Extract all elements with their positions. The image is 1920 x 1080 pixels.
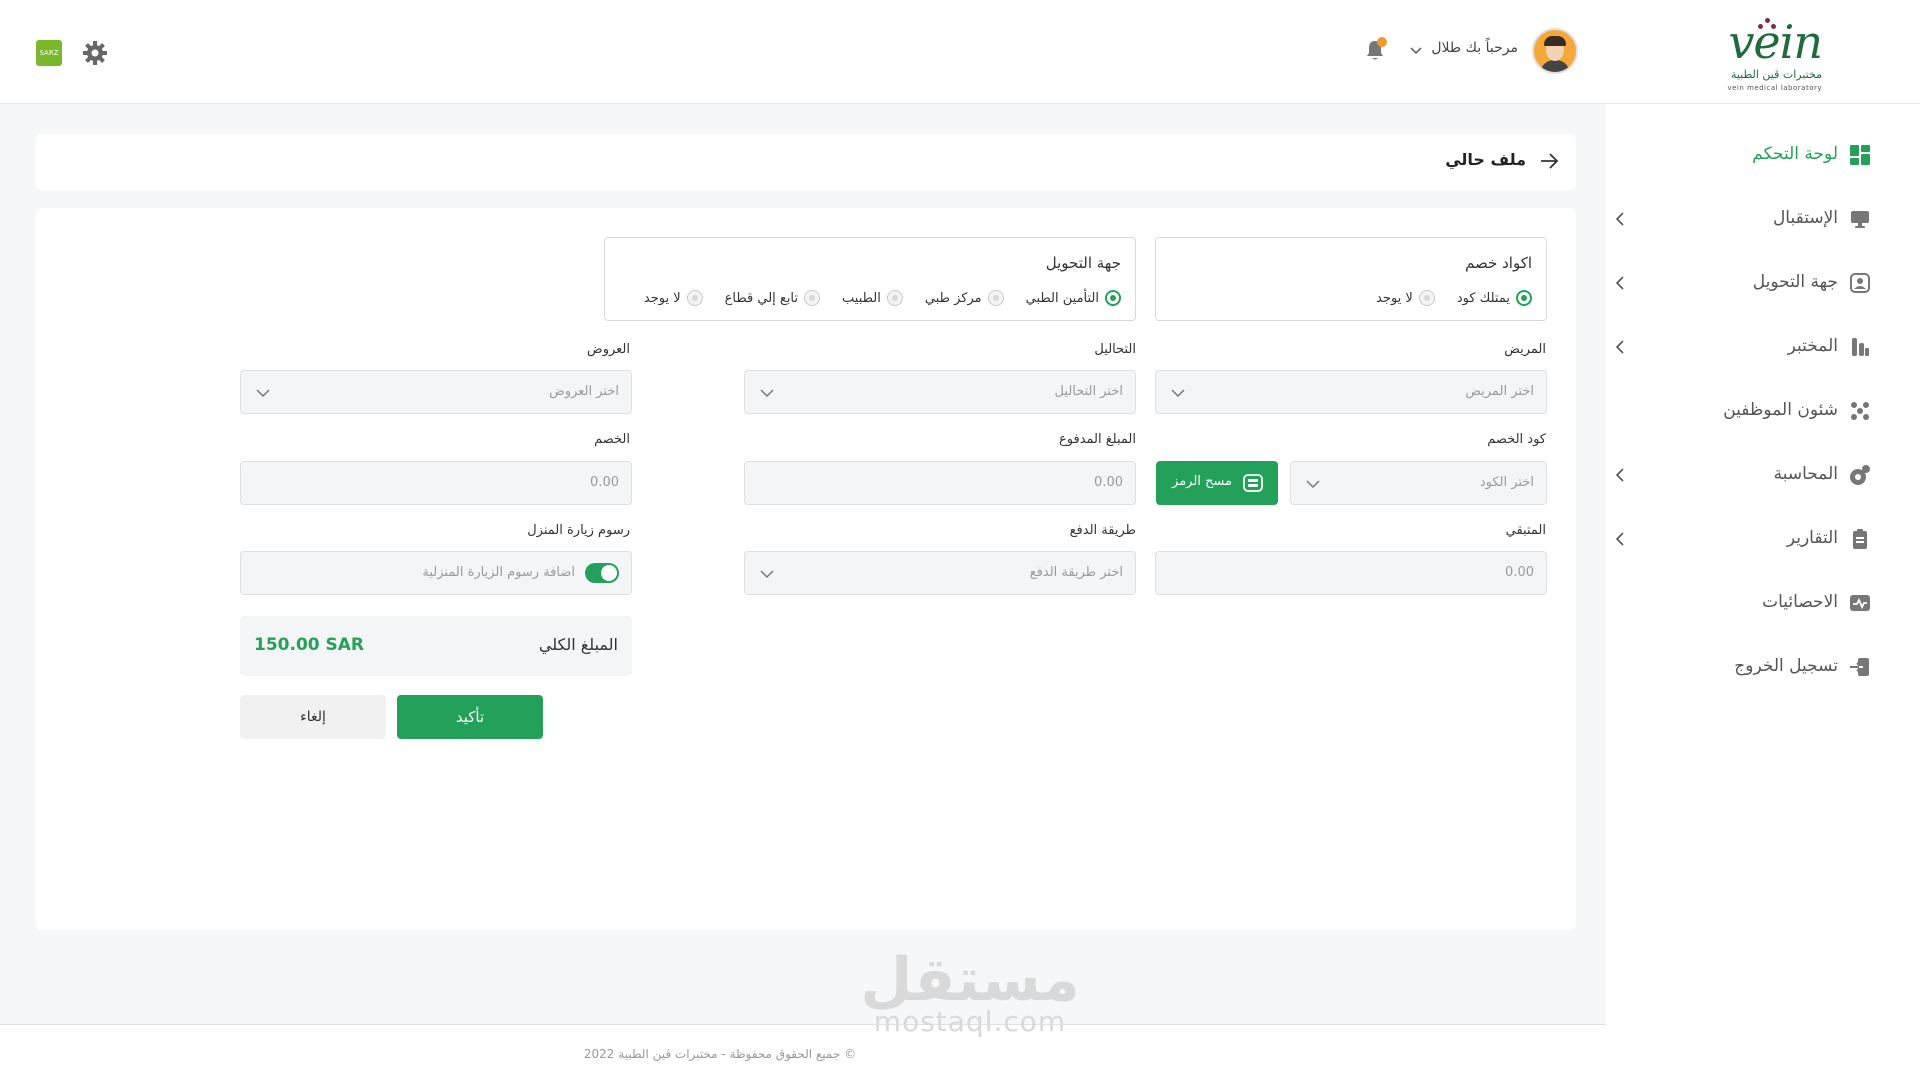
stats-icon: [1850, 595, 1870, 611]
referral-icon: [1850, 273, 1870, 293]
scan-code-button[interactable]: مسح الرمز: [1156, 461, 1278, 505]
sidebar-item-dashboard[interactable]: لوحة التحكم: [1612, 140, 1872, 170]
tests-select[interactable]: اختر التحاليل: [744, 370, 1136, 414]
discount-label: الخصم: [594, 432, 630, 447]
copyright-text: © جميع الحقوق محفوظة - مختبرات ڤين الطبي…: [583, 1047, 857, 1061]
remaining-label: المتبقي: [1505, 523, 1546, 538]
chevron-left-icon[interactable]: [1612, 210, 1630, 228]
page-title: ملف حالي: [1445, 150, 1526, 169]
patient-label: المريض: [1504, 342, 1546, 357]
offers-label: العروض: [586, 342, 630, 357]
home-visit-field: اضافة رسوم الزيارة المنزلية: [240, 551, 632, 595]
chevron-down-icon: [1306, 480, 1320, 489]
footer: © جميع الحقوق محفوظة - مختبرات ڤين الطبي…: [0, 1025, 1606, 1080]
payment-method-select[interactable]: اختر طريقة الدفع: [744, 551, 1136, 595]
home-visit-label: رسوم زيارة المنزل: [527, 523, 630, 538]
sidebar-item-label: تسجيل الخروج: [1734, 656, 1838, 676]
sidebar-item-referral[interactable]: جهة التحويل: [1612, 268, 1872, 298]
language-flag-icon[interactable]: SARZ: [36, 40, 62, 66]
total-amount-box: المبلغ الكلي 150.00 SAR: [240, 616, 632, 676]
top-header: vein مختبرات ڤين الطبية vein medical lab…: [0, 0, 1920, 104]
offers-select[interactable]: اختر العروض: [240, 370, 632, 414]
chevron-left-icon[interactable]: [1612, 274, 1630, 292]
sidebar: لوحة التحكم الإستقبال جهة التحويل المختب…: [1606, 104, 1920, 1080]
cancel-button[interactable]: إلغاء: [240, 695, 386, 739]
payment-method-label: طريقة الدفع: [1069, 523, 1136, 538]
referral-options: التأمين الطبي مركز طبي الطبيب تابع إلي ق…: [622, 288, 1121, 308]
chevron-left-icon[interactable]: [1612, 338, 1630, 356]
gear-icon[interactable]: [82, 40, 108, 66]
breadcrumb: ملف حالي: [36, 134, 1576, 190]
tests-label: التحاليل: [1094, 342, 1136, 357]
staff-icon: [1851, 402, 1869, 420]
discount-codes-title: اكواد خصم: [1465, 254, 1532, 272]
paid-amount-label: المبلغ المدفوع: [1059, 432, 1136, 447]
logo-arabic-text: مختبرات ڤين الطبية: [1730, 68, 1822, 81]
logo-english-text: vein medical laboratory: [1727, 84, 1822, 92]
sidebar-item-label: التقارير: [1786, 528, 1838, 548]
discount-code-select[interactable]: اختر الكود: [1290, 461, 1547, 505]
radio-has-code[interactable]: يمتلك كود: [1457, 290, 1532, 306]
radio-none[interactable]: لا يوجد: [644, 290, 703, 306]
referral-group: جهة التحويل التأمين الطبي مركز طبي الطبي…: [604, 237, 1136, 321]
radio-no-code[interactable]: لا يوجد: [1376, 290, 1435, 306]
discount-field[interactable]: 0.00: [240, 461, 632, 505]
logout-icon: [1850, 658, 1869, 676]
radio-doctor[interactable]: الطبيب: [842, 290, 903, 306]
avatar[interactable]: [1532, 28, 1578, 74]
paid-amount-field[interactable]: 0.00: [744, 461, 1136, 505]
sidebar-item-label: جهة التحويل: [1752, 272, 1838, 292]
remaining-field[interactable]: 0.00: [1155, 551, 1547, 595]
sidebar-item-label: المحاسبة: [1773, 464, 1838, 484]
sidebar-item-label: شئون الموظفين: [1723, 400, 1838, 420]
monitor-icon: [1851, 211, 1869, 228]
chevron-down-icon: [256, 389, 270, 398]
total-label: المبلغ الكلي: [538, 635, 618, 654]
home-visit-toggle[interactable]: [585, 563, 619, 583]
chevron-left-icon[interactable]: [1612, 466, 1630, 484]
referral-title: جهة التحويل: [1045, 254, 1121, 272]
radio-medical-center[interactable]: مركز طبي: [925, 290, 1004, 306]
sidebar-item-logout[interactable]: تسجيل الخروج: [1612, 652, 1872, 682]
logo-word: vein: [1728, 15, 1823, 69]
clipboard-icon: [1853, 529, 1867, 549]
discount-codes-options: يمتلك كود لا يوجد: [1354, 288, 1532, 308]
welcome-text[interactable]: مرحباً بك طلال: [1431, 40, 1518, 56]
sidebar-item-label: الإستقبال: [1772, 208, 1838, 228]
accounting-icon: [1850, 465, 1870, 485]
sidebar-item-staff[interactable]: شئون الموظفين: [1612, 396, 1872, 426]
sidebar-item-statistics[interactable]: الاحصائيات: [1612, 588, 1872, 618]
sidebar-item-reports[interactable]: التقارير: [1612, 524, 1872, 554]
chevron-down-icon[interactable]: [1408, 42, 1424, 58]
sidebar-item-label: الاحصائيات: [1762, 592, 1838, 612]
chevron-down-icon: [1171, 389, 1185, 398]
arrow-back-icon[interactable]: [1538, 150, 1560, 172]
radio-insurance[interactable]: التأمين الطبي: [1026, 290, 1121, 306]
discount-code-label: كود الخصم: [1487, 432, 1546, 447]
vein-logo[interactable]: vein مختبرات ڤين الطبية vein medical lab…: [1706, 14, 1823, 94]
watermark: مستقل mostaql.com: [860, 945, 1080, 1038]
sidebar-item-lab[interactable]: المختبر: [1612, 332, 1872, 362]
scan-icon: [1243, 474, 1263, 492]
dashboard-icon: [1850, 145, 1870, 165]
radio-sector[interactable]: تابع إلي قطاع: [725, 290, 821, 306]
total-amount: 150.00 SAR: [254, 635, 365, 655]
lab-icon: [1852, 338, 1869, 356]
patient-select[interactable]: اختر المريض: [1155, 370, 1547, 414]
notification-badge: [1377, 37, 1387, 47]
discount-codes-group: اكواد خصم يمتلك كود لا يوجد: [1155, 237, 1547, 321]
chevron-down-icon: [760, 389, 774, 398]
sidebar-item-reception[interactable]: الإستقبال: [1612, 204, 1872, 234]
confirm-button[interactable]: تأكيد: [397, 695, 543, 739]
chevron-down-icon: [760, 570, 774, 579]
sidebar-item-accounting[interactable]: المحاسبة: [1612, 460, 1872, 490]
sidebar-item-label: لوحة التحكم: [1752, 144, 1838, 164]
sidebar-item-label: المختبر: [1787, 336, 1838, 356]
chevron-left-icon[interactable]: [1612, 530, 1630, 548]
